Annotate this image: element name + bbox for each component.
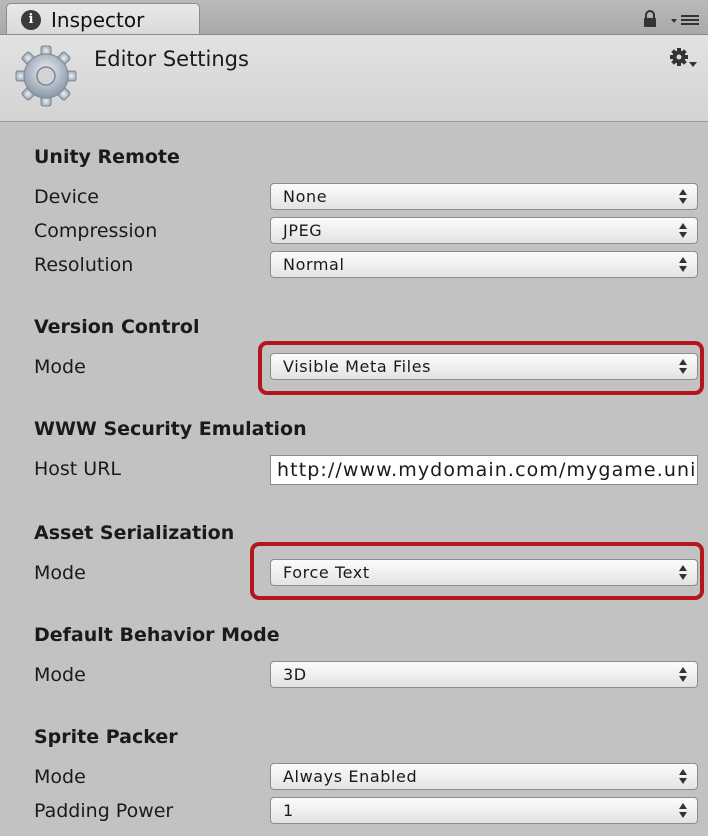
- version-control-mode-dropdown[interactable]: Visible Meta Files: [270, 353, 698, 380]
- padding-power-dropdown[interactable]: 1: [270, 797, 698, 824]
- gear-icon: [15, 45, 77, 107]
- tab-inspector-label: Inspector: [51, 8, 145, 32]
- tab-inspector[interactable]: i Inspector: [6, 3, 200, 34]
- section-asset-serialization: Asset Serialization: [34, 522, 235, 544]
- asset-serialization-mode-value: Force Text: [283, 563, 370, 582]
- compression-dropdown[interactable]: JPEG: [270, 217, 698, 244]
- inspector-tab-bar: i Inspector: [0, 0, 708, 35]
- asset-serialization-mode-dropdown[interactable]: Force Text: [270, 559, 698, 586]
- host-url-field[interactable]: http://www.mydomain.com/mygame.unity3d: [270, 455, 698, 485]
- resolution-value: Normal: [283, 255, 345, 274]
- host-url-value: http://www.mydomain.com/mygame.unity3d: [277, 459, 698, 481]
- tab-menu-icon[interactable]: [670, 12, 700, 28]
- device-dropdown[interactable]: None: [270, 183, 698, 210]
- resolution-label: Resolution: [34, 254, 134, 276]
- default-behavior-mode-label: Mode: [34, 664, 86, 686]
- dropdown-arrows-icon: [679, 189, 687, 204]
- sprite-packer-mode-value: Always Enabled: [283, 767, 418, 786]
- resolution-dropdown[interactable]: Normal: [270, 251, 698, 278]
- padding-power-value: 1: [283, 801, 294, 820]
- inspector-header: Editor Settings: [0, 35, 708, 122]
- sprite-packer-mode-label: Mode: [34, 766, 86, 788]
- compression-value: JPEG: [283, 221, 323, 240]
- version-control-mode-value: Visible Meta Files: [283, 357, 432, 376]
- asset-serialization-mode-label: Mode: [34, 562, 86, 584]
- lock-icon[interactable]: [642, 10, 658, 28]
- device-label: Device: [34, 186, 99, 208]
- section-default-behavior: Default Behavior Mode: [34, 624, 280, 646]
- settings-gear-icon[interactable]: [668, 47, 698, 69]
- sprite-packer-mode-dropdown[interactable]: Always Enabled: [270, 763, 698, 790]
- dropdown-arrows-icon: [679, 565, 687, 580]
- section-version-control: Version Control: [34, 316, 200, 338]
- version-control-mode-label: Mode: [34, 356, 86, 378]
- inspector-content: Unity Remote Device None Compression JPE…: [0, 122, 708, 836]
- default-behavior-mode-dropdown[interactable]: 3D: [270, 661, 698, 688]
- info-icon: i: [21, 10, 41, 30]
- dropdown-arrows-icon: [679, 223, 687, 238]
- host-url-label: Host URL: [34, 458, 121, 480]
- section-www-security: WWW Security Emulation: [34, 418, 307, 440]
- dropdown-arrows-icon: [679, 803, 687, 818]
- dropdown-arrows-icon: [679, 667, 687, 682]
- dropdown-arrows-icon: [679, 769, 687, 784]
- dropdown-arrows-icon: [679, 359, 687, 374]
- header-title: Editor Settings: [94, 47, 249, 71]
- section-unity-remote: Unity Remote: [34, 146, 180, 168]
- compression-label: Compression: [34, 220, 158, 242]
- section-sprite-packer: Sprite Packer: [34, 726, 178, 748]
- device-value: None: [283, 187, 328, 206]
- dropdown-arrows-icon: [679, 257, 687, 272]
- default-behavior-mode-value: 3D: [283, 665, 307, 684]
- padding-power-label: Padding Power: [34, 800, 174, 822]
